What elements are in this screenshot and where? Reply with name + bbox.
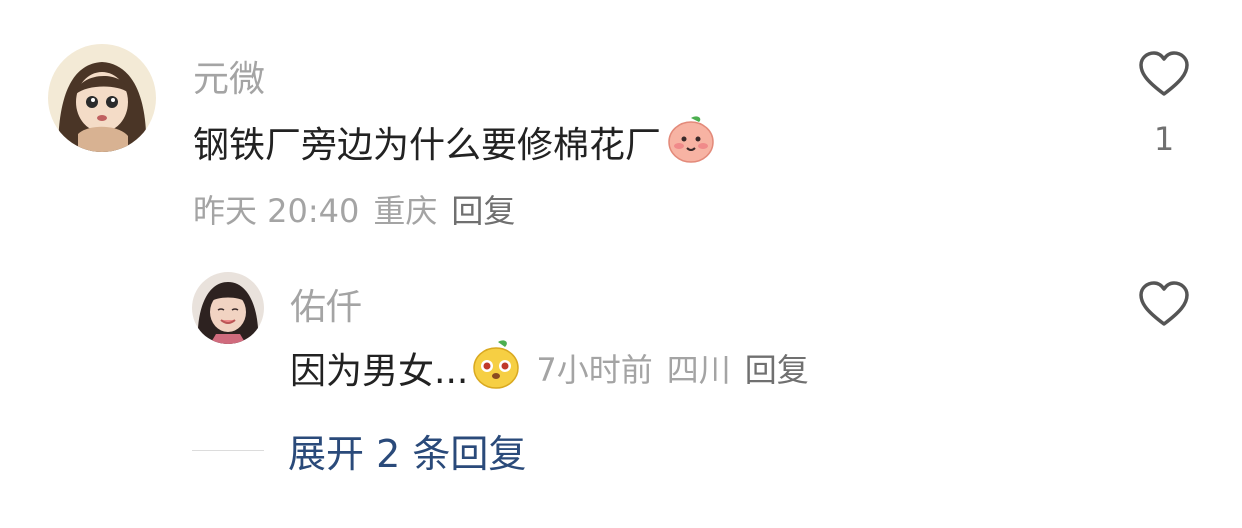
reply-username[interactable]: 佑仟 xyxy=(290,278,362,330)
comment-username[interactable]: 元微 xyxy=(193,50,265,102)
expand-replies-row: 展开 2 条回复 xyxy=(192,424,526,476)
reply-text-row: 因为男女... 7小时前 四川 回复 xyxy=(290,339,809,394)
divider-line xyxy=(192,449,264,451)
reply-avatar[interactable] xyxy=(192,272,264,344)
expand-replies-button[interactable]: 展开 2 条回复 xyxy=(288,423,526,478)
anime-avatar-image xyxy=(48,44,156,152)
shy-yellow-emoji-icon xyxy=(470,338,522,399)
like-count: 1 xyxy=(1153,120,1175,158)
reply-like-heart-icon[interactable] xyxy=(1138,280,1190,330)
comment-meta: 昨天 20:40 重庆 回复 xyxy=(193,188,515,230)
avatar[interactable] xyxy=(48,44,156,152)
reply-location: 四川 xyxy=(666,351,731,389)
comment-time: 昨天 20:40 xyxy=(193,192,360,230)
comment-location: 重庆 xyxy=(373,192,438,230)
reply-reply-button[interactable]: 回复 xyxy=(745,345,809,391)
reply-time: 7小时前 xyxy=(536,351,653,389)
reply-text: 因为男女... xyxy=(290,351,469,392)
blush-peach-emoji-icon xyxy=(665,112,717,173)
comment-text: 钢铁厂旁边为什么要修棉花厂 xyxy=(193,125,662,166)
reply-meta: 7小时前 四川 回复 xyxy=(536,345,808,391)
reply-button[interactable]: 回复 xyxy=(451,186,515,232)
photo-avatar-image xyxy=(192,272,264,344)
comment-text-row: 钢铁厂旁边为什么要修棉花厂 xyxy=(193,115,717,168)
like-heart-icon[interactable] xyxy=(1138,50,1190,100)
